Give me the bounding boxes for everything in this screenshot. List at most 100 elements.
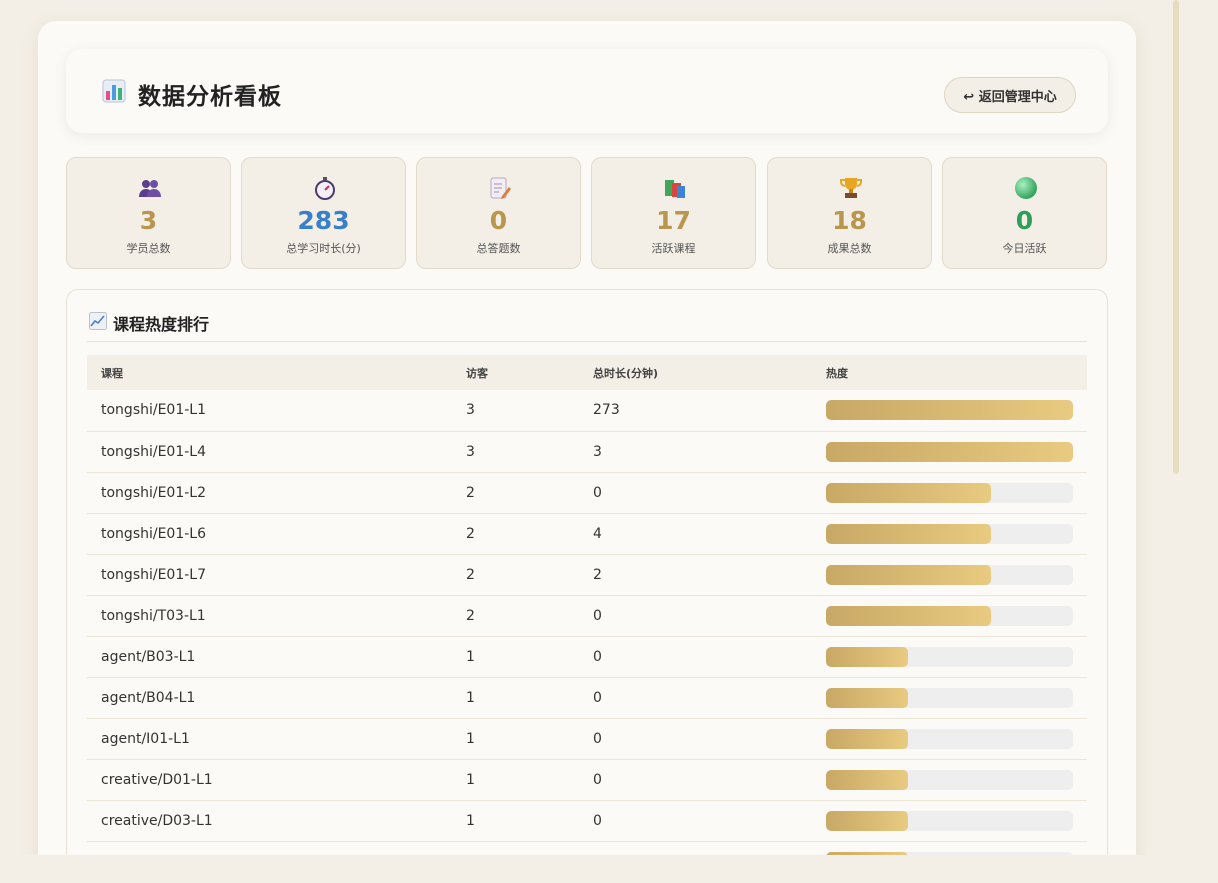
table-header-row: 课程 访客 总时长(分钟) 热度 xyxy=(87,355,1087,390)
heat-bar-track xyxy=(826,605,1073,626)
duration-cell: 0 xyxy=(593,689,602,706)
heat-bar-fill xyxy=(826,810,909,831)
duration-cell: 0 xyxy=(593,771,602,788)
visitors-cell: 3 xyxy=(466,402,475,419)
table-body: tongshi/E01-L1 3 273 tongshi/E01-L4 3 3 tongsh… xyxy=(87,390,1087,881)
stat-card-study-time: 283 总学习时长(分) xyxy=(241,157,406,269)
heat-cell xyxy=(812,595,1087,636)
heat-bar-fill xyxy=(826,605,991,626)
stat-label: 成果总数 xyxy=(827,242,872,255)
column-header-course: 课程 xyxy=(101,366,123,380)
stat-label: 总学习时长(分) xyxy=(286,242,361,255)
heat-cell xyxy=(812,759,1087,800)
stat-value: 0 xyxy=(489,206,508,235)
duration-cell: 273 xyxy=(593,402,620,419)
duration-cell: 3 xyxy=(593,443,602,460)
visitors-cell: 2 xyxy=(466,607,475,624)
heat-bar-track xyxy=(826,564,1073,585)
table-row: agent/I01-L1 1 0 xyxy=(87,718,1087,759)
heat-cell xyxy=(812,513,1087,554)
course-cell: creative/D03-L1 xyxy=(101,812,213,829)
heat-bar-fill xyxy=(826,400,1073,421)
course-cell: tongshi/E01-L7 xyxy=(101,566,207,583)
stat-label: 今日活跃 xyxy=(1002,242,1047,255)
table-row: tongshi/T03-L1 2 0 xyxy=(87,595,1087,636)
column-header-heat: 热度 xyxy=(826,366,848,380)
heat-cell xyxy=(812,677,1087,718)
books-icon xyxy=(665,180,685,198)
table-row: tongshi/E01-L2 2 0 xyxy=(87,472,1087,513)
heat-bar-track xyxy=(826,810,1073,831)
stat-card-active-courses: 17 活跃课程 xyxy=(591,157,756,269)
visitors-cell: 1 xyxy=(466,689,475,706)
heat-bar-track xyxy=(826,523,1073,544)
heat-bar-track xyxy=(826,769,1073,790)
column-header-visitors: 访客 xyxy=(466,366,488,380)
stat-label: 活跃课程 xyxy=(651,242,696,255)
page: 数据分析看板 ↩ 返回管理中心 3 学员总数 283 总学习时长(分) 0 总答… xyxy=(0,0,1218,883)
stat-value: 0 xyxy=(1015,206,1034,235)
course-cell: tongshi/E01-L6 xyxy=(101,525,207,542)
heat-bar-track xyxy=(826,687,1073,708)
stat-value: 3 xyxy=(139,206,158,235)
duration-cell: 0 xyxy=(593,648,602,665)
table-row: creative/D03-L1 1 0 xyxy=(87,800,1087,841)
people-icon xyxy=(139,180,161,197)
heat-bar-fill xyxy=(826,564,991,585)
column-header-duration: 总时长(分钟) xyxy=(593,366,659,380)
course-ranking-card: 课程热度排行 课程 访客 总时长(分钟) 热度 tongshi/E01-L1 3 2… xyxy=(66,289,1108,881)
duration-cell: 2 xyxy=(593,566,602,583)
dashboard-panel: 数据分析看板 ↩ 返回管理中心 3 学员总数 283 总学习时长(分) 0 总答… xyxy=(38,21,1136,881)
stat-label: 学员总数 xyxy=(126,242,171,255)
table-row: tongshi/E01-L7 2 2 xyxy=(87,554,1087,595)
course-cell: tongshi/E01-L1 xyxy=(101,402,207,419)
heat-bar-fill xyxy=(826,646,909,667)
duration-cell: 0 xyxy=(593,607,602,624)
heat-cell xyxy=(812,472,1087,513)
course-cell: tongshi/T03-L1 xyxy=(101,607,206,624)
stat-value: 283 xyxy=(297,206,350,235)
table-row: tongshi/E01-L6 2 4 xyxy=(87,513,1087,554)
heat-bar-fill xyxy=(826,687,909,708)
table-row: tongshi/E01-L4 3 3 xyxy=(87,431,1087,472)
back-to-admin-button[interactable]: ↩ 返回管理中心 xyxy=(944,77,1076,113)
bar-chart-icon xyxy=(102,79,126,103)
duration-cell: 4 xyxy=(593,525,602,542)
heat-bar-track xyxy=(826,441,1073,462)
visitors-cell: 2 xyxy=(466,484,475,501)
heat-bar-track xyxy=(826,646,1073,667)
heat-bar-fill xyxy=(826,482,991,503)
stat-label: 总答题数 xyxy=(476,242,521,255)
scrollbar-thumb[interactable] xyxy=(1173,0,1179,474)
memo-icon xyxy=(490,177,511,199)
course-cell: agent/B03-L1 xyxy=(101,648,196,665)
course-cell: agent/B04-L1 xyxy=(101,689,196,706)
visitors-cell: 2 xyxy=(466,525,475,542)
green-dot-icon xyxy=(1015,177,1037,199)
course-ranking-header: 课程热度排行 xyxy=(87,310,1087,342)
duration-cell: 0 xyxy=(593,730,602,747)
heat-cell xyxy=(812,554,1087,595)
visitors-cell: 3 xyxy=(466,443,475,460)
bottom-strip xyxy=(0,855,1218,883)
course-ranking-title: 课程热度排行 xyxy=(113,315,210,334)
heat-bar-fill xyxy=(826,769,909,790)
dashboard-header: 数据分析看板 ↩ 返回管理中心 xyxy=(66,49,1108,133)
heat-cell xyxy=(812,718,1087,759)
heat-bar-fill xyxy=(826,523,991,544)
heat-cell xyxy=(812,800,1087,841)
heat-bar-fill xyxy=(826,441,1073,462)
course-cell: creative/D01-L1 xyxy=(101,771,213,788)
course-ranking-table: 课程 访客 总时长(分钟) 热度 tongshi/E01-L1 3 273 tongs… xyxy=(87,355,1087,881)
page-title: 数据分析看板 xyxy=(138,83,282,110)
course-cell: tongshi/E01-L4 xyxy=(101,443,207,460)
stat-card-answers: 0 总答题数 xyxy=(416,157,581,269)
stat-value: 18 xyxy=(832,206,867,235)
stat-card-achievements: 18 成果总数 xyxy=(767,157,932,269)
course-cell: tongshi/E01-L2 xyxy=(101,484,207,501)
course-cell: agent/I01-L1 xyxy=(101,730,190,747)
table-row: tongshi/E01-L1 3 273 xyxy=(87,390,1087,431)
table-row: creative/D01-L1 1 0 xyxy=(87,759,1087,800)
stats-row: 3 学员总数 283 总学习时长(分) 0 总答题数 17 活跃课程 18 成果… xyxy=(66,157,1108,269)
heat-cell xyxy=(812,636,1087,677)
